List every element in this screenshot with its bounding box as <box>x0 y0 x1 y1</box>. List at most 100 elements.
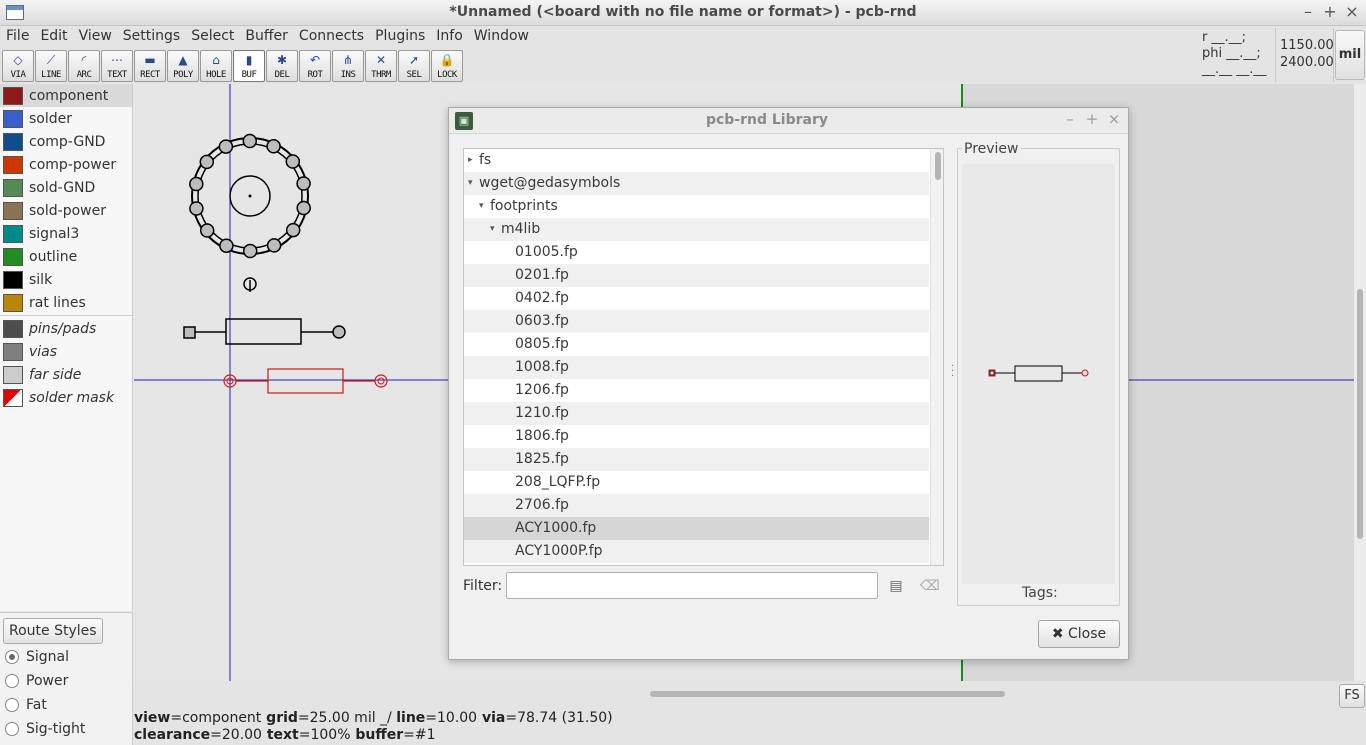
layer-color-swatch[interactable] <box>3 247 23 266</box>
route-style-fat[interactable]: Fat <box>5 697 47 713</box>
tree-item[interactable]: 01005.fp <box>464 241 929 264</box>
layer-color-swatch[interactable] <box>3 342 23 361</box>
tree-node[interactable]: ▾ m4lib <box>464 218 929 241</box>
layer-color-swatch[interactable] <box>3 293 23 312</box>
layer-color-swatch[interactable] <box>3 132 23 151</box>
clear-filter-icon[interactable]: ⌫ <box>920 578 940 594</box>
tool-rect-button[interactable]: ▬ RECT <box>134 50 166 82</box>
menu-edit[interactable]: Edit <box>40 26 67 48</box>
tree-item[interactable]: 0603.fp <box>464 310 929 333</box>
layer-far-side[interactable]: far side <box>0 363 132 386</box>
layer-color-swatch[interactable] <box>3 155 23 174</box>
route-style-sig-tight[interactable]: Sig-tight <box>5 721 85 737</box>
menu-settings[interactable]: Settings <box>123 26 180 48</box>
tree-item[interactable]: 208_LQFP.fp <box>464 471 929 494</box>
minimize-button[interactable]: – <box>1298 2 1318 21</box>
layer-rat-lines[interactable]: rat lines <box>0 291 132 314</box>
tree-item[interactable]: 0201.fp <box>464 264 929 287</box>
tree-item[interactable]: 0805.fp <box>464 333 929 356</box>
layer-comp-gnd[interactable]: comp-GND <box>0 130 132 153</box>
tree-item[interactable]: 2706.fp <box>464 494 929 517</box>
tree-node[interactable]: ▾ wget@gedasymbols <box>464 172 929 195</box>
menu-connects[interactable]: Connects <box>299 26 364 48</box>
menu-plugins[interactable]: Plugins <box>375 26 425 48</box>
tool-ins-button[interactable]: ⋔ INS <box>332 50 364 82</box>
tool-hole-button[interactable]: ⌂ HOLE <box>200 50 232 82</box>
menu-buffer[interactable]: Buffer <box>245 26 288 48</box>
close-button[interactable]: ✖ Close <box>1038 620 1120 648</box>
layer-silk[interactable]: silk <box>0 268 132 291</box>
layer-sold-power[interactable]: sold-power <box>0 199 132 222</box>
tool-thrm-button[interactable]: ✕ THRM <box>365 50 397 82</box>
menu-info[interactable]: Info <box>436 26 463 48</box>
route-style-signal[interactable]: Signal <box>5 649 69 665</box>
horizontal-scroll-thumb[interactable] <box>650 691 1005 697</box>
layer-pins-pads[interactable]: pins/pads <box>0 317 132 340</box>
mode-toolbar: ◇ VIA ⟋ LINE ◜ ARC ⋯ TEXT ▬ RECT ▲ POLY ⌂ HOLE ▮ BUF ✱ DE… <box>2 50 464 82</box>
menu-file[interactable]: File <box>6 26 29 48</box>
layer-color-swatch[interactable] <box>3 178 23 197</box>
close-window-button[interactable]: × <box>1342 2 1362 21</box>
layer-color-swatch[interactable] <box>3 270 23 289</box>
tool-text-button[interactable]: ⋯ TEXT <box>101 50 133 82</box>
menu-view[interactable]: View <box>79 26 112 48</box>
tool-arc-button[interactable]: ◜ ARC <box>68 50 100 82</box>
layer-signal3[interactable]: signal3 <box>0 222 132 245</box>
tool-line-button[interactable]: ⟋ LINE <box>35 50 67 82</box>
menu-window[interactable]: Window <box>474 26 529 48</box>
maximize-button[interactable]: + <box>1320 2 1340 21</box>
expander-open-icon[interactable]: ▾ <box>468 172 473 195</box>
dialog-maximize-button[interactable]: + <box>1083 110 1101 128</box>
layer-color-swatch[interactable] <box>3 365 23 384</box>
route-style-power[interactable]: Power <box>5 673 68 689</box>
layer-color-swatch[interactable] <box>3 109 23 128</box>
layer-color-swatch[interactable] <box>3 201 23 220</box>
filter-input[interactable] <box>506 572 878 599</box>
pane-splitter-handle[interactable]: · · · <box>951 362 954 382</box>
tool-rot-button[interactable]: ↶ ROT <box>299 50 331 82</box>
tool-poly-button[interactable]: ▲ POLY <box>167 50 199 82</box>
layer-color-swatch[interactable] <box>3 224 23 243</box>
expander-open-icon[interactable]: ▾ <box>479 195 484 218</box>
tool-via-button[interactable]: ◇ VIA <box>2 50 34 82</box>
tree-item[interactable]: 1210.fp <box>464 402 929 425</box>
select-icon: ➚ <box>408 53 420 67</box>
layer-vias[interactable]: vias <box>0 340 132 363</box>
layer-color-swatch[interactable] <box>3 319 23 338</box>
tool-lock-button[interactable]: 🔒 LOCK <box>431 50 463 82</box>
dialog-minimize-button[interactable]: – <box>1061 110 1079 128</box>
tree-item[interactable]: 1825.fp <box>464 448 929 471</box>
expander-open-icon[interactable]: ▾ <box>490 218 495 241</box>
layer-comp-power[interactable]: comp-power <box>0 153 132 176</box>
dialog-close-icon[interactable]: × <box>1105 110 1123 128</box>
tree-scroll-thumb[interactable] <box>935 152 941 180</box>
tree-item[interactable]: 1806.fp <box>464 425 929 448</box>
tree-item[interactable]: 1206.fp <box>464 379 929 402</box>
layer-outline[interactable]: outline <box>0 245 132 268</box>
menu-select[interactable]: Select <box>191 26 234 48</box>
filter-history-icon[interactable]: ▤ <box>887 578 905 594</box>
layer-component[interactable]: component <box>0 84 132 107</box>
layer-solder[interactable]: solder <box>0 107 132 130</box>
route-styles-button[interactable]: Route Styles <box>3 618 103 644</box>
layer-sold-gnd[interactable]: sold-GND <box>0 176 132 199</box>
tool-buf-button[interactable]: ▮ BUF <box>233 50 265 82</box>
layer-solder-mask[interactable]: solder mask <box>0 386 132 409</box>
tree-scrollbar[interactable] <box>930 149 943 565</box>
layer-color-swatch[interactable] <box>3 86 23 105</box>
tree-item[interactable]: ACY1000.fp <box>464 517 929 540</box>
tool-sel-button[interactable]: ➚ SEL <box>398 50 430 82</box>
expander-closed-icon[interactable]: ▸ <box>468 149 473 172</box>
unit-toggle-button[interactable]: mil <box>1335 30 1365 80</box>
tree-node[interactable]: ▸ fs <box>464 149 929 172</box>
canvas-horizontal-scrollbar[interactable] <box>134 688 1334 700</box>
layer-color-swatch[interactable] <box>3 388 23 407</box>
canvas-vertical-scrollbar[interactable] <box>1354 84 1366 681</box>
tool-del-button[interactable]: ✱ DEL <box>266 50 298 82</box>
tree-item[interactable]: 1008.fp <box>464 356 929 379</box>
vertical-scroll-thumb[interactable] <box>1357 289 1363 539</box>
fullscreen-button[interactable]: FS <box>1339 684 1365 708</box>
tree-item[interactable]: 0402.fp <box>464 287 929 310</box>
tree-item[interactable]: ACY1000P.fp <box>464 540 929 563</box>
tree-node[interactable]: ▾ footprints <box>464 195 929 218</box>
